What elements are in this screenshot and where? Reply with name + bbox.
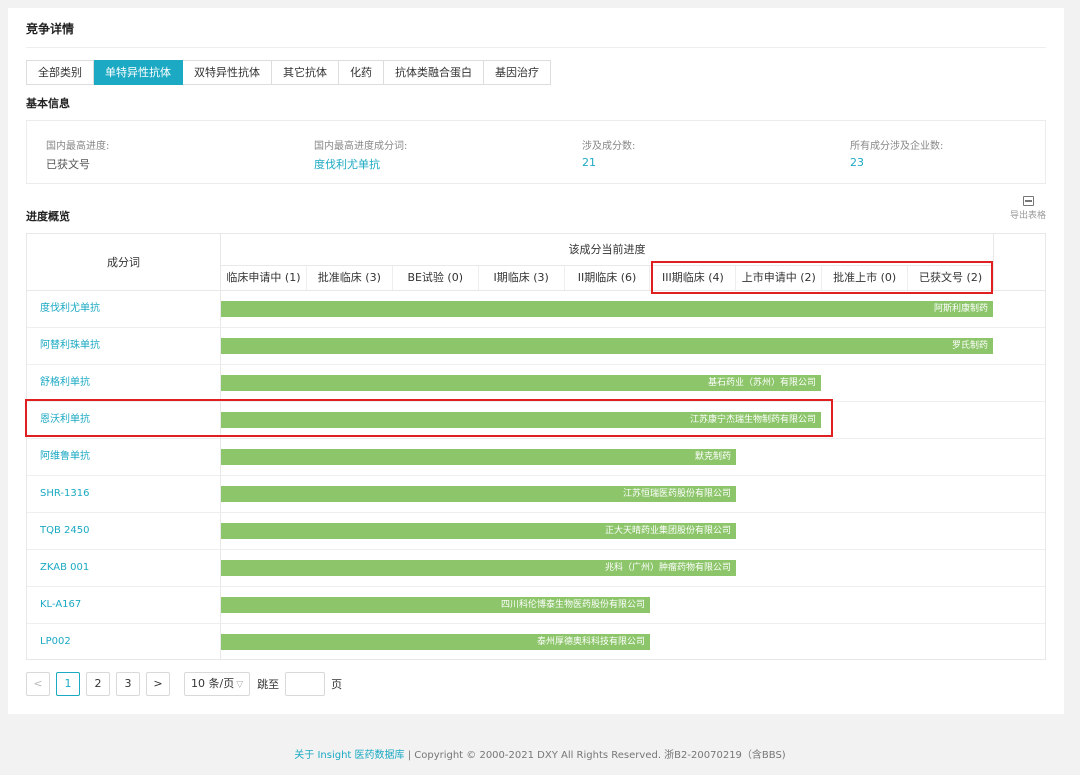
ingredient-name-link[interactable]: 阿替利珠单抗 (27, 328, 221, 364)
info-highest-progress: 国内最高进度: 已获文号 (46, 137, 109, 172)
table-row: 阿维鲁单抗默克制药 ( (27, 439, 1046, 476)
column-header-extra: : (993, 234, 1045, 291)
tab-all[interactable]: 全部类别 (26, 60, 94, 85)
divider (26, 47, 1046, 48)
stage-be-trial: BE试验 (0) (393, 266, 479, 290)
tab-gene-therapy[interactable]: 基因治疗 (484, 60, 551, 85)
export-table-button[interactable]: 导出表格 (1008, 196, 1048, 221)
page-size-select[interactable]: 10 条/页 ▽ (184, 671, 251, 696)
ingredient-name-link[interactable]: 恩沃利单抗 (27, 402, 221, 438)
footer-copyright: | Copyright © 2000-2021 DXY All Rights R… (404, 750, 786, 761)
tab-monospecific-antibody[interactable]: 单特异性抗体 (94, 60, 183, 85)
column-header-ingredient: 成分词 (27, 234, 221, 291)
table-row: KL-A167四川科伦博泰生物医药股份有限公司 ( (27, 587, 1046, 624)
tab-antibody-fusion-protein[interactable]: 抗体类融合蛋白 (384, 60, 484, 85)
ingredient-name-link[interactable]: LP002 (27, 624, 221, 659)
info-label: 国内最高进度: (46, 141, 110, 152)
stage-phase-3: III期临床 (4) (650, 266, 737, 290)
table-row: LP002泰州厚德奥科科技有限公司 ( (27, 624, 1046, 659)
info-value: 已获文号 (46, 158, 90, 171)
ingredient-count-link[interactable]: 21 (582, 156, 635, 169)
row-extra-marker: ( (1045, 488, 1046, 499)
row-extra-marker: ( (1045, 377, 1046, 388)
table-row: SHR-1316江苏恒瑞医药股份有限公司 ( (27, 476, 1046, 513)
chevron-down-icon: ▽ (236, 679, 244, 690)
stage-marketing-approved: 批准上市 (0) (822, 266, 909, 290)
page-unit-label: 页 (331, 677, 343, 691)
jump-label: 跳至 (257, 677, 280, 691)
basic-info-title: 基本信息 (26, 97, 70, 110)
basic-info-panel: 国内最高进度: 已获文号 国内最高进度成分词: 度伐利尤单抗 涉及成分数: 21… (26, 120, 1046, 184)
info-company-count: 所有成分涉及企业数: 23 (850, 137, 943, 169)
row-extra-marker: ( (1045, 340, 1046, 351)
ingredient-name-link[interactable]: 阿维鲁单抗 (27, 439, 221, 475)
page-size-value: 10 条/页 (191, 676, 235, 690)
progress-bar: 江苏康宁杰瑞生物制药有限公司 (221, 412, 821, 428)
row-extra-marker: ( (1045, 562, 1046, 573)
next-page-button[interactable]: > (146, 671, 170, 696)
table-row: 阿替利珠单抗罗氏制药 ( (27, 328, 1046, 365)
export-icon (1022, 196, 1034, 206)
info-highest-progress-ingredient: 国内最高进度成分词: 度伐利尤单抗 (314, 137, 407, 172)
competition-details-card: 竞争详情 全部类别 单特异性抗体 双特异性抗体 其它抗体 化药 抗体类融合蛋白 … (8, 8, 1064, 714)
tab-bispecific-antibody[interactable]: 双特异性抗体 (183, 60, 272, 85)
progress-bar: 罗氏制药 (221, 338, 993, 354)
info-label: 所有成分涉及企业数: (850, 141, 944, 152)
page-button-3[interactable]: 3 (116, 671, 140, 696)
ingredient-name-link[interactable]: ZKAB 001 (27, 550, 221, 586)
stage-approval-number: 已获文号 (2) (919, 271, 983, 284)
tab-chemical-drug[interactable]: 化药 (339, 60, 384, 85)
stage-clinical-application: 临床申请中 (1) (221, 266, 307, 290)
company-count-link[interactable]: 23 (850, 156, 943, 169)
ingredient-name-link[interactable]: TQB 2450 (27, 513, 221, 549)
progress-bar: 江苏恒瑞医药股份有限公司 (221, 486, 736, 502)
footer-about-link[interactable]: 关于 Insight 医药数据库 (294, 750, 404, 761)
pagination: < 1 2 3 > 10 条/页 ▽ 跳至 页 (26, 671, 342, 696)
info-label: 涉及成分数: (582, 141, 636, 152)
table-row: 恩沃利单抗江苏康宁杰瑞生物制药有限公司 ( (27, 402, 1046, 439)
table-row: ZKAB 001兆科（广州）肿瘤药物有限公司 ( (27, 550, 1046, 587)
info-ingredient-count: 涉及成分数: 21 (582, 137, 635, 169)
page-button-1[interactable]: 1 (56, 671, 80, 696)
ingredient-name-link[interactable]: KL-A167 (27, 587, 221, 623)
jump-page-input[interactable] (285, 671, 326, 696)
column-header-current-progress: 该成分当前进度 (221, 234, 993, 266)
progress-table: 成分词 该成分当前进度 临床申请中 (1) 批准临床 (3) BE试验 (0) … (26, 233, 1046, 660)
progress-bar: 正大天晴药业集团股份有限公司 (221, 523, 736, 539)
page-title: 竞争详情 (26, 22, 75, 36)
info-label: 国内最高进度成分词: (314, 141, 408, 152)
ingredient-name-link[interactable]: 度伐利尤单抗 (27, 291, 221, 327)
stage-clinical-approved: 批准临床 (3) (307, 266, 393, 290)
stage-header-row: 临床申请中 (1) 批准临床 (3) BE试验 (0) I期临床 (3) II期… (221, 266, 993, 291)
progress-bar: 兆科（广州）肿瘤药物有限公司 (221, 560, 736, 576)
progress-overview-title: 进度概览 (26, 210, 70, 223)
category-tabs: 全部类别 单特异性抗体 双特异性抗体 其它抗体 化药 抗体类融合蛋白 基因治疗 (26, 60, 551, 85)
stage-marketing-application: 上市申请中 (2) (736, 266, 823, 290)
progress-bar: 基石药业（苏州）有限公司 (221, 375, 821, 391)
page-button-2[interactable]: 2 (86, 671, 110, 696)
row-extra-marker: ( (1045, 451, 1046, 462)
table-row: 舒格利单抗基石药业（苏州）有限公司 ( (27, 365, 1046, 402)
table-row: TQB 2450正大天晴药业集团股份有限公司 ( (27, 513, 1046, 550)
stage-phase-2: II期临床 (6) (565, 266, 651, 290)
progress-bar: 默克制药 (221, 449, 736, 465)
ingredient-name-link[interactable]: SHR-1316 (27, 476, 221, 512)
tab-other-antibody[interactable]: 其它抗体 (272, 60, 339, 85)
ingredient-name-link[interactable]: 舒格利单抗 (27, 365, 221, 401)
row-extra-marker: ( (1045, 303, 1046, 314)
row-extra-marker: ( (1045, 414, 1046, 425)
row-extra-marker: ( (1045, 599, 1046, 610)
ingredient-link[interactable]: 度伐利尤单抗 (314, 156, 407, 172)
footer: 关于 Insight 医药数据库 | Copyright © 2000-2021… (0, 746, 1080, 761)
table-row: 度伐利尤单抗阿斯利康制药 ( (27, 291, 1046, 328)
stage-phase-1: I期临床 (3) (479, 266, 565, 290)
progress-bar: 四川科伦博泰生物医药股份有限公司 (221, 597, 650, 613)
export-label: 导出表格 (1009, 211, 1046, 221)
row-extra-marker: ( (1045, 525, 1046, 536)
progress-bar: 阿斯利康制药 (221, 301, 993, 317)
row-extra-marker: ( (1045, 636, 1046, 647)
progress-bar: 泰州厚德奥科科技有限公司 (221, 634, 650, 650)
prev-page-button[interactable]: < (26, 671, 50, 696)
